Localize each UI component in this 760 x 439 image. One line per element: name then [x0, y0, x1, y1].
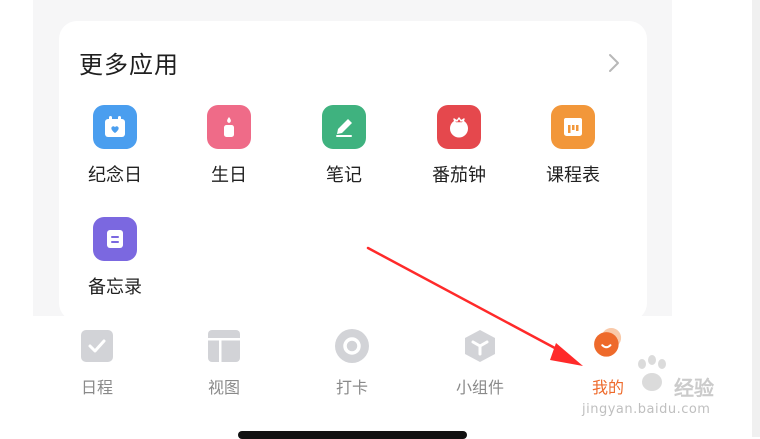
tab-label: 视图	[207, 378, 240, 397]
app-label: 备忘录	[88, 277, 142, 298]
app-label: 纪念日	[88, 165, 142, 186]
tab-schedule[interactable]: 日程	[57, 328, 137, 398]
tab-label: 打卡	[335, 378, 368, 397]
more-apps-title: 更多应用	[79, 51, 179, 79]
watermark-url: jingyan.baidu.com	[582, 402, 711, 417]
home-indicator	[238, 431, 467, 439]
app-notes[interactable]: 笔记	[299, 105, 389, 187]
window-edge	[752, 0, 760, 437]
tab-widgets[interactable]: 小组件	[440, 328, 520, 398]
bottom-tab-bar: 日程 视图 打卡 小组件 我的	[33, 316, 672, 437]
more-apps-card: 更多应用 纪念日 生日 笔记 番茄钟 课程表 备忘录	[59, 21, 647, 321]
tab-checkin[interactable]: 打卡	[312, 328, 392, 398]
birthday-candle-icon	[207, 105, 251, 149]
schedule-check-icon	[79, 328, 115, 364]
app-timetable[interactable]: 课程表	[528, 105, 618, 187]
app-label: 番茄钟	[432, 165, 486, 186]
tomato-timer-icon	[437, 105, 481, 149]
app-anniversary[interactable]: 纪念日	[70, 105, 160, 187]
tab-view[interactable]: 视图	[184, 328, 264, 398]
calendar-heart-icon	[93, 105, 137, 149]
widget-box-icon	[462, 328, 498, 364]
tab-label: 小组件	[455, 378, 504, 397]
app-label: 笔记	[326, 165, 362, 186]
pencil-note-icon	[322, 105, 366, 149]
memo-icon	[93, 217, 137, 261]
baidu-paw-logo	[638, 355, 666, 391]
app-label: 课程表	[546, 165, 600, 186]
tab-label: 日程	[80, 378, 113, 397]
app-memo[interactable]: 备忘录	[70, 217, 160, 299]
checkin-ring-icon	[334, 328, 370, 364]
app-birthday[interactable]: 生日	[184, 105, 274, 187]
app-pomodoro[interactable]: 番茄钟	[414, 105, 504, 187]
watermark-brand: 经验	[674, 376, 714, 400]
app-label: 生日	[211, 165, 247, 186]
chevron-right-icon[interactable]	[607, 52, 621, 74]
view-layout-icon	[206, 328, 242, 364]
timetable-icon	[551, 105, 595, 149]
